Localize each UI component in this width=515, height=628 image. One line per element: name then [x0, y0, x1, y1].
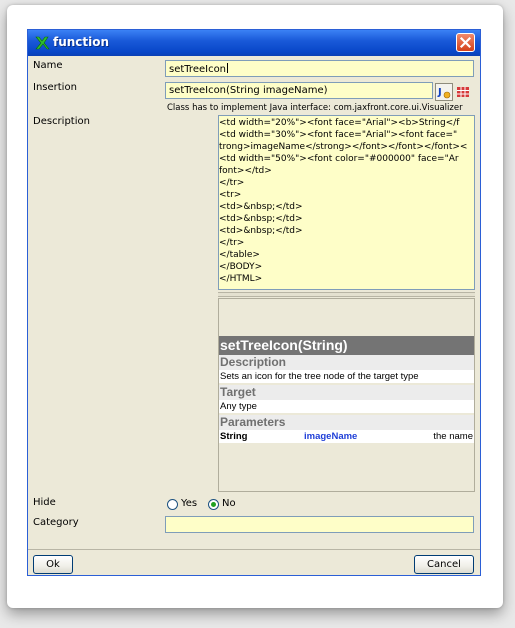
close-icon — [459, 36, 472, 49]
code-line: </tr> — [219, 178, 245, 188]
text-caret — [227, 63, 229, 73]
code-line: trong>imageName</strong></font></font></… — [219, 142, 468, 152]
ok-button[interactable]: Ok — [33, 555, 73, 574]
name-value: setTreeIcon — [169, 64, 227, 75]
category-field[interactable] — [165, 516, 474, 533]
param-type: String — [220, 431, 248, 442]
preview-parameters-title: Parameters — [219, 415, 474, 430]
preview-target-title: Target — [219, 385, 474, 400]
code-line: </BODY> — [219, 262, 263, 272]
name-label: Name — [33, 60, 63, 71]
jaxfront-logo-icon — [35, 36, 50, 50]
insertion-label: Insertion — [33, 82, 77, 93]
hide-no-label[interactable]: No — [222, 498, 236, 509]
hide-label: Hide — [33, 497, 56, 508]
grid-icon — [457, 87, 469, 97]
window-title: function — [53, 35, 110, 49]
name-field[interactable]: setTreeIcon — [165, 60, 474, 77]
code-line: <tr> — [219, 190, 242, 200]
code-line: <td width="20%"><font face="Arial"><b>St… — [219, 118, 460, 128]
insertion-field[interactable]: setTreeIcon(String imageName) — [165, 82, 433, 99]
code-line: <td>&nbsp;</td> — [219, 226, 303, 236]
category-label: Category — [33, 517, 79, 528]
code-line: </HTML> — [219, 274, 263, 284]
java-icon: J — [435, 83, 453, 101]
preview-heading: setTreeIcon(String) — [219, 336, 474, 355]
preview-description-title: Description — [219, 355, 474, 370]
preview-target-text: Any type — [219, 400, 474, 413]
button-bar-separator — [28, 549, 480, 550]
html-preview: setTreeIcon(String) Description Sets an … — [218, 298, 475, 492]
title-bar[interactable]: function — [28, 30, 480, 56]
insertion-value: setTreeIcon(String imageName) — [169, 85, 328, 96]
radio-selected-dot — [211, 502, 216, 507]
svg-text:J: J — [437, 87, 442, 98]
function-dialog: function Name setTreeIcon Insertion setT… — [27, 29, 481, 576]
close-button[interactable] — [456, 33, 475, 52]
code-line: font></td> — [219, 166, 272, 176]
param-name: imageName — [304, 431, 358, 442]
param-desc: the name — [433, 431, 473, 442]
hide-no-radio[interactable] — [208, 499, 219, 510]
code-line: <td width="30%"><font face="Arial"><font… — [219, 130, 458, 140]
hide-yes-label[interactable]: Yes — [181, 498, 197, 509]
description-label: Description — [33, 116, 90, 127]
code-line: </table> — [219, 250, 260, 260]
preview-parameter-row: String imageName the name — [219, 430, 474, 443]
editor-preview-splitter[interactable] — [218, 292, 475, 297]
code-line: <td width="50%"><font color="#000000" fa… — [219, 154, 459, 164]
code-line: <td>&nbsp;</td> — [219, 202, 303, 212]
java-class-button[interactable]: J — [435, 83, 453, 101]
code-line: <td>&nbsp;</td> — [219, 214, 303, 224]
code-line: </tr> — [219, 238, 245, 248]
preview-description-text: Sets an icon for the tree node of the ta… — [219, 370, 474, 383]
hide-yes-radio[interactable] — [167, 499, 178, 510]
grid-button[interactable] — [455, 84, 471, 100]
description-editor[interactable]: <td width="20%"><font face="Arial"><b>St… — [218, 115, 475, 290]
insertion-hint: Class has to implement Java interface: c… — [167, 103, 463, 113]
cancel-button[interactable]: Cancel — [414, 555, 474, 574]
